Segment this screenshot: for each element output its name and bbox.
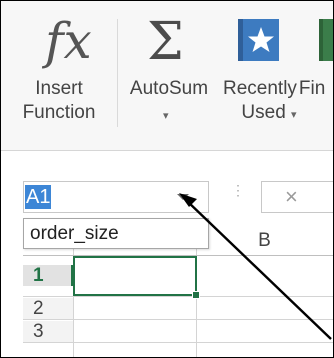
- row-header-label: 1: [33, 265, 44, 286]
- ribbon: fx Insert Function Σ AutoSum ▾ Recently F…: [1, 1, 333, 151]
- ribbon-divider: [1, 150, 333, 151]
- insert-function-button[interactable]: fx Insert Function: [1, 1, 117, 141]
- green-book-icon[interactable]: [319, 19, 333, 61]
- star-book-icon: [238, 19, 279, 61]
- row-gridline: [23, 319, 333, 320]
- column-header-b[interactable]: B: [196, 228, 333, 254]
- active-cell-a1[interactable]: [73, 256, 197, 296]
- row-header-2[interactable]: 2: [23, 298, 73, 319]
- formula-bar-splitter-icon[interactable]: ⋮: [231, 183, 245, 197]
- sigma-icon: Σ: [147, 12, 184, 72]
- name-box-dropdown-arrow-icon[interactable]: [177, 194, 189, 200]
- row-header-3[interactable]: 3: [23, 321, 73, 342]
- name-box-dropdown-list: order_size: [23, 218, 209, 249]
- fill-handle[interactable]: [192, 291, 200, 299]
- row-gridline: [23, 296, 333, 297]
- row-gridline: [23, 342, 333, 343]
- recently-used-label-line1: Recently Fin: [223, 77, 325, 101]
- cancel-icon[interactable]: ×: [285, 185, 298, 209]
- insert-function-label-line2: Function: [22, 102, 96, 123]
- insert-function-label-line1: Insert: [35, 78, 83, 99]
- recently-used-line2-text: Used: [241, 102, 286, 123]
- financial-partial-label: Fin: [298, 78, 326, 99]
- named-range-item[interactable]: order_size: [30, 222, 119, 246]
- autosum-label: AutoSum: [129, 78, 209, 99]
- recently-used-label-line2: Used ▾: [221, 101, 317, 127]
- row-header-label: 2: [33, 298, 44, 319]
- autosum-button[interactable]: Σ AutoSum ▾: [117, 1, 221, 141]
- row-header-label: 3: [33, 321, 44, 342]
- excel-window: fx Insert Function Σ AutoSum ▾ Recently F…: [0, 0, 334, 358]
- fx-icon: fx: [45, 12, 92, 70]
- autosum-chevron-down-icon[interactable]: ▾: [163, 109, 169, 122]
- recently-used-text: Recently: [223, 78, 297, 99]
- row-header-1[interactable]: 1: [23, 265, 73, 286]
- name-box-value: A1: [25, 185, 52, 209]
- recently-used-button[interactable]: Recently Fin Used ▾: [221, 1, 325, 141]
- recently-used-chevron-down-icon[interactable]: ▾: [291, 109, 297, 121]
